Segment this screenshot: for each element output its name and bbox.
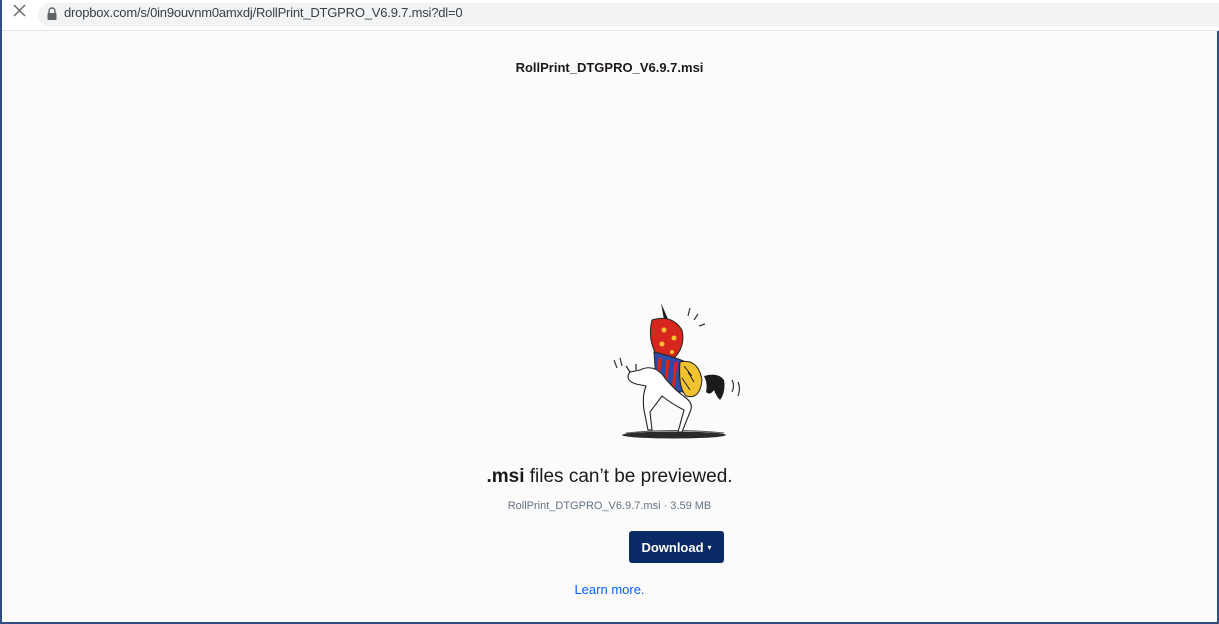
file-meta: RollPrint_DTGPRO_V6.9.7.msi · 3.59 MB: [507, 500, 712, 512]
url-text[interactable]: dropbox.com/s/0in9ouvnm0amxdj/RollPrint_…: [64, 5, 463, 20]
preview-headline: .msi files can’t be previewed.: [2, 466, 1217, 488]
download-button[interactable]: Download ▾: [629, 531, 724, 563]
headline-text: files can’t be previewed.: [524, 466, 733, 487]
file-extension: .msi: [486, 466, 525, 487]
lock-icon[interactable]: [46, 7, 58, 21]
download-label: Download: [641, 539, 704, 555]
learn-more-link[interactable]: Learn more.: [2, 582, 1217, 597]
close-icon[interactable]: [10, 2, 30, 22]
address-bar: dropbox.com/s/0in9ouvnm0amxdj/RollPrint_…: [2, 0, 1219, 31]
chevron-down-icon: ▾: [707, 543, 712, 552]
unicorn-illustration: [613, 303, 741, 439]
browser-window: dropbox.com/s/0in9ouvnm0amxdj/RollPrint_…: [0, 0, 1219, 624]
file-title: RollPrint_DTGPRO_V6.9.7.msi: [515, 60, 704, 75]
